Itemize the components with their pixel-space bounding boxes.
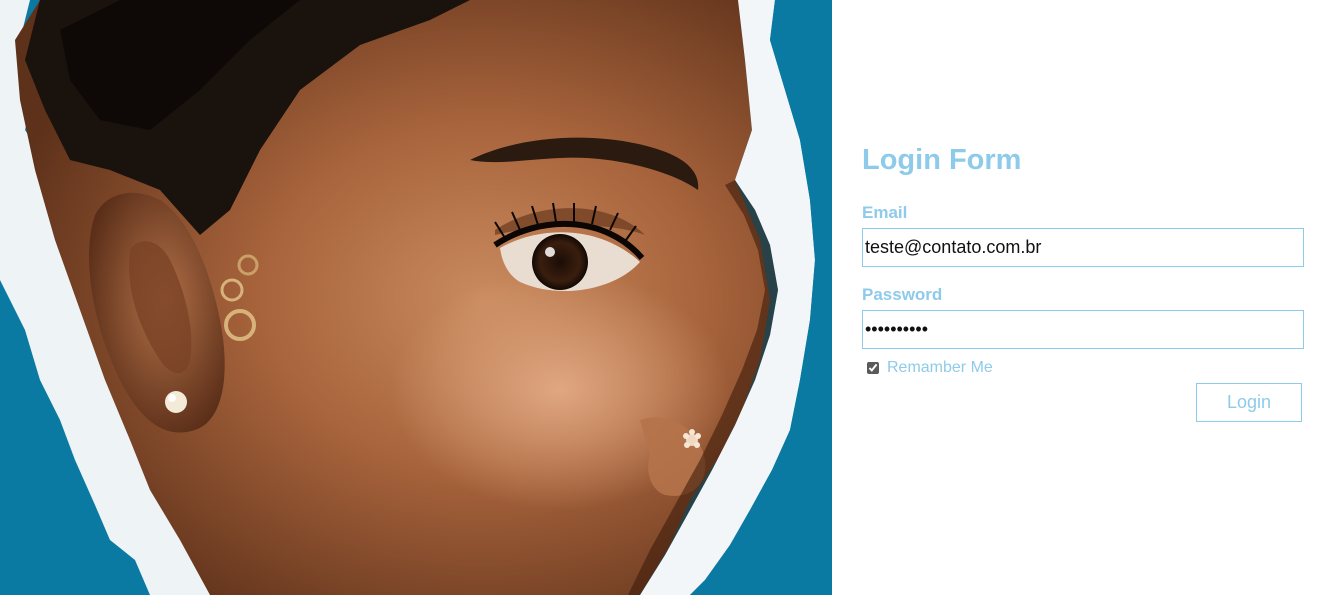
password-label: Password bbox=[862, 285, 943, 304]
email-label: Email bbox=[862, 203, 908, 222]
hero-portrait-image bbox=[0, 0, 832, 595]
remember-me-checkbox[interactable] bbox=[867, 362, 879, 374]
remember-me-row: Remamber Me bbox=[862, 359, 1304, 377]
remember-me-label: Remamber Me bbox=[887, 359, 993, 376]
email-field[interactable] bbox=[862, 228, 1304, 267]
password-field[interactable] bbox=[862, 310, 1304, 349]
login-page: Login Form Email Password Remamber Me Lo… bbox=[0, 0, 1326, 595]
login-button[interactable]: Login bbox=[1196, 383, 1302, 422]
form-title: Login Form bbox=[862, 144, 1022, 176]
login-form: Login Form Email Password Remamber Me Lo… bbox=[862, 140, 1304, 422]
